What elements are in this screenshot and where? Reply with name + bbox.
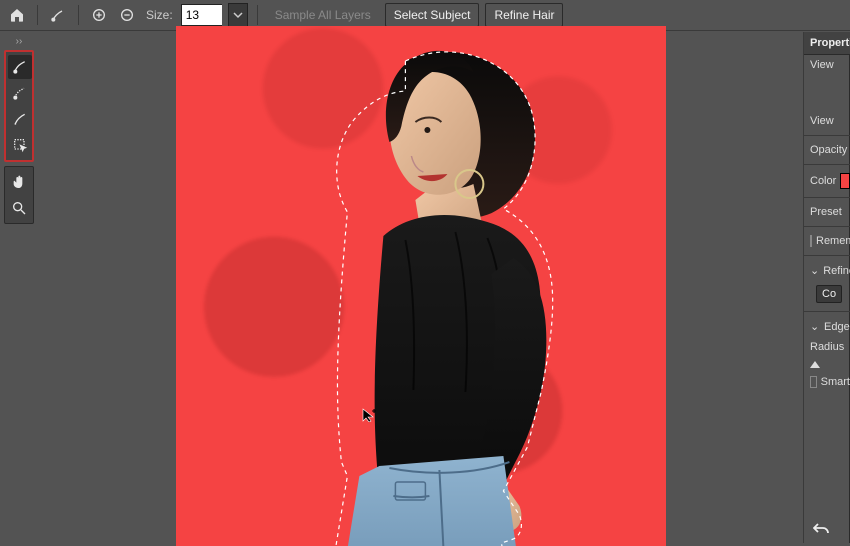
- quick-selection-tool[interactable]: [8, 55, 32, 79]
- canvas[interactable]: [176, 26, 666, 546]
- separator: [37, 5, 38, 25]
- select-subject-button[interactable]: Select Subject: [385, 3, 480, 27]
- object-selection-tool[interactable]: [8, 133, 32, 157]
- undo-icon[interactable]: [810, 519, 832, 537]
- remember-settings-checkbox[interactable]: Remember: [804, 231, 850, 251]
- view-row[interactable]: View: [804, 111, 850, 131]
- separator: [78, 5, 79, 25]
- refine-section-header[interactable]: ⌄ Refine: [804, 260, 850, 281]
- brush-size-dropdown[interactable]: [228, 3, 248, 27]
- edge-detection-section-header[interactable]: ⌄ Edge: [804, 316, 850, 337]
- refine-edge-brush-tool[interactable]: [8, 81, 32, 105]
- brush-size-label: Size:: [144, 8, 175, 22]
- hand-tool[interactable]: [7, 170, 31, 194]
- properties-panel-title: Properties: [804, 32, 850, 55]
- brush-preview-icon[interactable]: [47, 4, 69, 26]
- selection-tools-group: [4, 50, 34, 162]
- checkbox-icon: [810, 376, 817, 388]
- subtract-from-selection-icon[interactable]: [116, 4, 138, 26]
- add-to-selection-icon[interactable]: [88, 4, 110, 26]
- radius-row[interactable]: Radius: [804, 337, 850, 357]
- brush-tool[interactable]: [8, 107, 32, 131]
- separator: [257, 5, 258, 25]
- refine-action-button[interactable]: Co: [816, 285, 842, 303]
- nav-tools-group: [4, 166, 34, 224]
- checkbox-icon: [810, 235, 812, 247]
- opacity-row[interactable]: Opacity: [804, 140, 850, 160]
- zoom-tool[interactable]: [7, 196, 31, 220]
- chevron-down-icon: ⌄: [810, 264, 819, 277]
- overlay-color-swatch[interactable]: [840, 173, 850, 189]
- overlay-color-row[interactable]: Color: [804, 169, 850, 193]
- preset-row[interactable]: Preset: [804, 202, 850, 222]
- properties-panel: Properties View View Opacity Color Prese…: [803, 32, 850, 543]
- smart-radius-checkbox[interactable]: Smart: [804, 372, 850, 392]
- subject-image: [255, 26, 600, 546]
- dock-expander-icon[interactable]: ››: [4, 36, 34, 46]
- workspace: [40, 30, 802, 543]
- sample-all-layers-toggle[interactable]: Sample All Layers: [267, 4, 379, 26]
- refine-hair-button[interactable]: Refine Hair: [485, 3, 563, 27]
- view-mode-row[interactable]: View: [804, 55, 850, 75]
- brush-size-input[interactable]: [181, 4, 222, 26]
- color-label: Color: [810, 175, 836, 187]
- tool-dock: ››: [4, 36, 34, 224]
- chevron-down-icon: ⌄: [810, 320, 820, 333]
- radius-slider-thumb-icon[interactable]: [810, 361, 820, 368]
- home-icon[interactable]: [6, 4, 28, 26]
